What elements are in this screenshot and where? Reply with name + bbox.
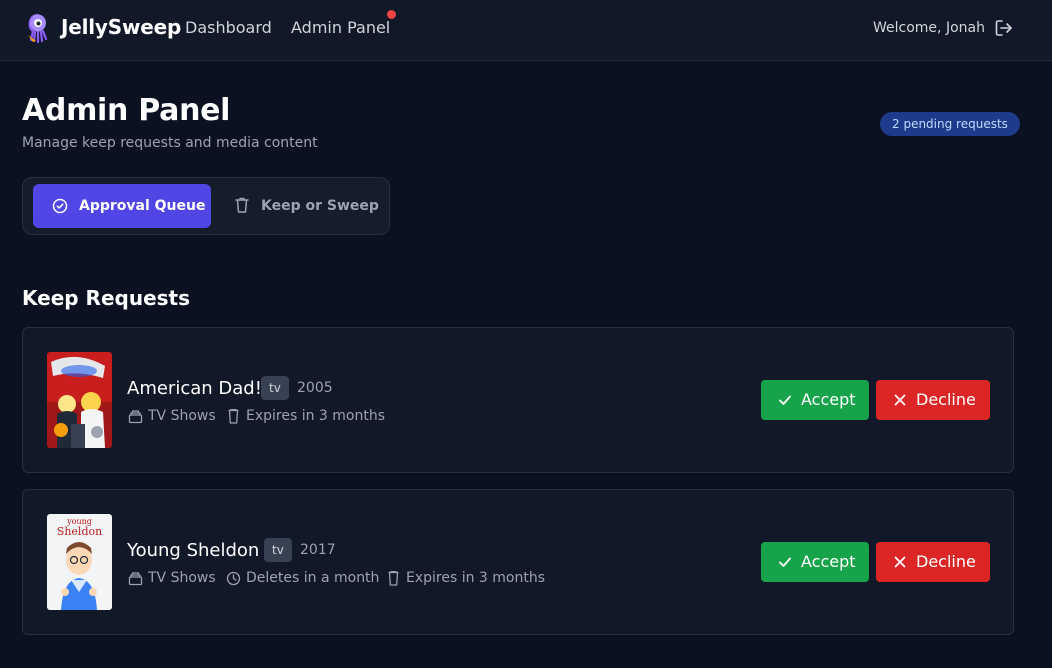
request-title: Young Sheldon (127, 540, 260, 561)
hourglass-icon (388, 571, 399, 586)
poster-text-sheldon: Sheldon (57, 525, 102, 538)
request-title: American Dad! (127, 378, 262, 399)
tab-approval-queue[interactable]: Approval Queue (33, 184, 211, 228)
close-icon (894, 556, 906, 568)
accept-button[interactable]: Accept (761, 380, 869, 420)
trash-icon (235, 197, 249, 213)
check-icon (779, 395, 791, 405)
decline-button[interactable]: Decline (876, 380, 990, 420)
page-subtitle: Manage keep requests and media content (22, 135, 318, 151)
library-name: TV Shows (148, 570, 216, 586)
page-title: Admin Panel (22, 93, 231, 128)
keep-request-card: young Sheldon Young Sheldon tv 2017 TV S… (22, 489, 1014, 635)
hourglass-icon (228, 409, 239, 424)
expiry-text: Expires in 3 months (246, 408, 386, 424)
accept-label: Accept (801, 390, 856, 409)
release-year: 2017 (300, 542, 336, 558)
deletion-text: Deletes in a month (246, 570, 380, 586)
check-circle-icon (52, 198, 68, 214)
check-icon (779, 557, 791, 567)
decline-label: Decline (916, 552, 976, 571)
clock-icon (226, 571, 241, 586)
nav-admin-panel-link[interactable]: Admin Panel (291, 18, 390, 37)
media-type-badge: tv (264, 538, 292, 562)
logout-icon[interactable] (994, 18, 1014, 38)
expiry-text: Expires in 3 months (406, 570, 546, 586)
octopus-broom-icon[interactable] (24, 13, 52, 43)
library-name: TV Shows (148, 408, 216, 424)
media-type-badge: tv (261, 376, 289, 400)
accept-button[interactable]: Accept (761, 542, 869, 582)
app-name[interactable]: JellySweep (61, 15, 181, 39)
tab-keep-or-sweep[interactable]: Keep or Sweep (219, 184, 381, 228)
release-year: 2005 (297, 380, 333, 396)
admin-tabs: Approval Queue Keep or Sweep (22, 177, 390, 235)
top-navbar: JellySweep Dashboard Admin Panel Welcome… (0, 0, 1052, 61)
poster-image: young Sheldon (47, 514, 112, 610)
library-icon (128, 410, 143, 424)
close-icon (894, 394, 906, 406)
welcome-text: Welcome, Jonah (873, 20, 985, 36)
notification-dot (387, 10, 396, 19)
section-title: Keep Requests (22, 286, 191, 310)
pending-requests-badge: 2 pending requests (880, 112, 1020, 136)
keep-request-card: American Dad! tv 2005 TV Shows Expires i… (22, 327, 1014, 473)
poster-image (47, 352, 112, 448)
decline-button[interactable]: Decline (876, 542, 990, 582)
accept-label: Accept (801, 552, 856, 571)
decline-label: Decline (916, 390, 976, 409)
tab-approval-queue-label: Approval Queue (79, 198, 206, 214)
library-icon (128, 572, 143, 586)
tab-keep-or-sweep-label: Keep or Sweep (261, 198, 379, 214)
nav-dashboard-link[interactable]: Dashboard (185, 18, 272, 37)
